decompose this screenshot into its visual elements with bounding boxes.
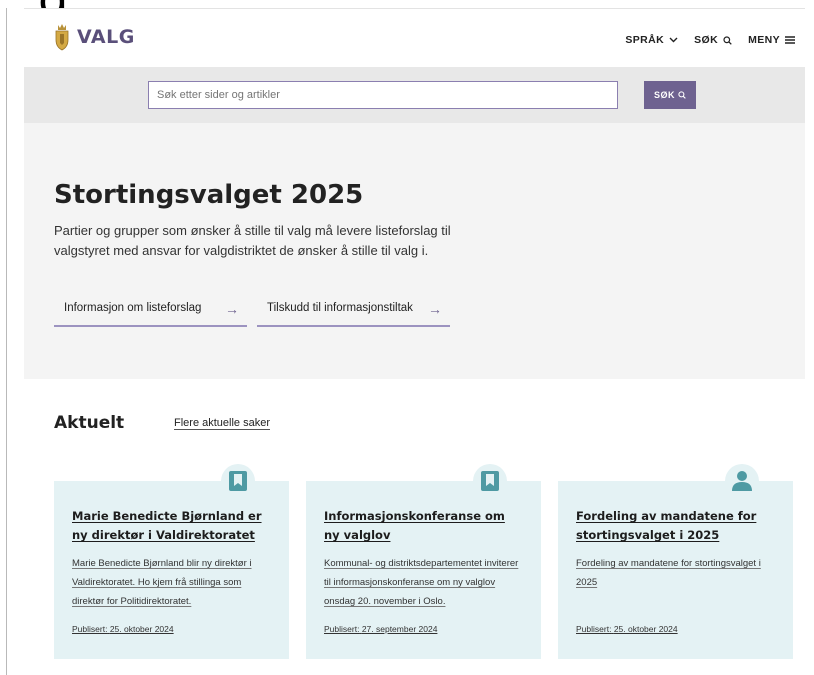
- published-date: 27. september 2024: [361, 624, 438, 634]
- hero-section: Stortingsvalget 2025 Partier og grupper …: [24, 123, 805, 379]
- search-band: SØK: [24, 67, 805, 123]
- person-icon: [732, 471, 752, 491]
- hero-title: Stortingsvalget 2025: [54, 180, 364, 210]
- nav-menu[interactable]: MENY: [748, 34, 795, 46]
- search-icon: [678, 91, 686, 99]
- link-tilskudd-label: Tilskudd til informasjonstiltak: [267, 302, 413, 314]
- document-icon: [229, 471, 247, 491]
- card-description[interactable]: Kommunal- og distriktsdepartementet invi…: [324, 554, 523, 611]
- card-title[interactable]: Informasjonskonferanse om ny valglov: [324, 507, 523, 545]
- section-title-aktuelt: Aktuelt: [54, 413, 125, 433]
- link-tilskudd[interactable]: Tilskudd til informasjonstiltak →: [257, 291, 450, 327]
- hero-description: Partier og grupper som ønsker å stille t…: [54, 223, 451, 258]
- card-published: Publisert: 25. oktober 2024: [576, 624, 678, 634]
- window-frame-edge: [0, 8, 7, 675]
- search-button[interactable]: SØK: [644, 81, 696, 109]
- link-listeforslag[interactable]: Informasjon om listeforslag →: [54, 291, 247, 327]
- arrow-right-icon: →: [225, 301, 239, 317]
- published-date: 25. oktober 2024: [613, 624, 678, 634]
- card-badge: [725, 464, 759, 498]
- nav-search-label: SØK: [694, 34, 719, 46]
- search-button-label: SØK: [653, 90, 675, 100]
- card-description[interactable]: Fordeling av mandatene for stortingsvalg…: [576, 554, 775, 592]
- news-card[interactable]: Informasjonskonferanse om ny valglov Kom…: [306, 464, 541, 659]
- logo[interactable]: VALG: [52, 23, 135, 51]
- page: VALG SPRÅK SØK MENY SØK Stortingsvalget …: [24, 8, 805, 675]
- coat-of-arms-icon: [55, 24, 69, 51]
- more-news-link[interactable]: Flere aktuelle saker: [174, 417, 270, 430]
- news-card[interactable]: Marie Benedicte Bjørnland er ny direktør…: [54, 464, 289, 659]
- nav-language-label: SPRÅK: [625, 34, 665, 46]
- card-title[interactable]: Fordeling av mandatene for stortingsvalg…: [576, 507, 775, 545]
- published-label: Publisert:: [576, 624, 612, 634]
- link-listeforslag-label: Informasjon om listeforslag: [64, 302, 202, 314]
- document-icon: [481, 471, 499, 491]
- card-badge: [473, 464, 507, 498]
- arrow-right-icon: →: [428, 301, 442, 317]
- card-published: Publisert: 25. oktober 2024: [72, 624, 174, 634]
- published-label: Publisert:: [72, 624, 108, 634]
- card-title[interactable]: Marie Benedicte Bjørnland er ny direktør…: [72, 507, 271, 545]
- search-icon: [723, 35, 732, 45]
- nav-language[interactable]: SPRÅK: [625, 34, 678, 46]
- published-date: 25. oktober 2024: [109, 624, 174, 634]
- card-published: Publisert: 27. september 2024: [324, 624, 437, 634]
- search-input[interactable]: [148, 81, 618, 109]
- hamburger-icon: [785, 36, 795, 44]
- card-badge: [221, 464, 255, 498]
- nav-search[interactable]: SØK: [694, 34, 732, 46]
- logo-text: VALG: [77, 26, 135, 48]
- nav-menu-label: MENY: [748, 34, 780, 46]
- site-header: VALG SPRÅK SØK MENY: [24, 9, 805, 67]
- published-label: Publisert:: [324, 624, 360, 634]
- news-card[interactable]: Fordeling av mandatene for stortingsvalg…: [558, 464, 793, 659]
- chevron-down-icon: [669, 37, 678, 43]
- card-description[interactable]: Marie Benedicte Bjørnland blir ny direkt…: [72, 554, 271, 611]
- top-nav: SPRÅK SØK MENY: [625, 34, 795, 46]
